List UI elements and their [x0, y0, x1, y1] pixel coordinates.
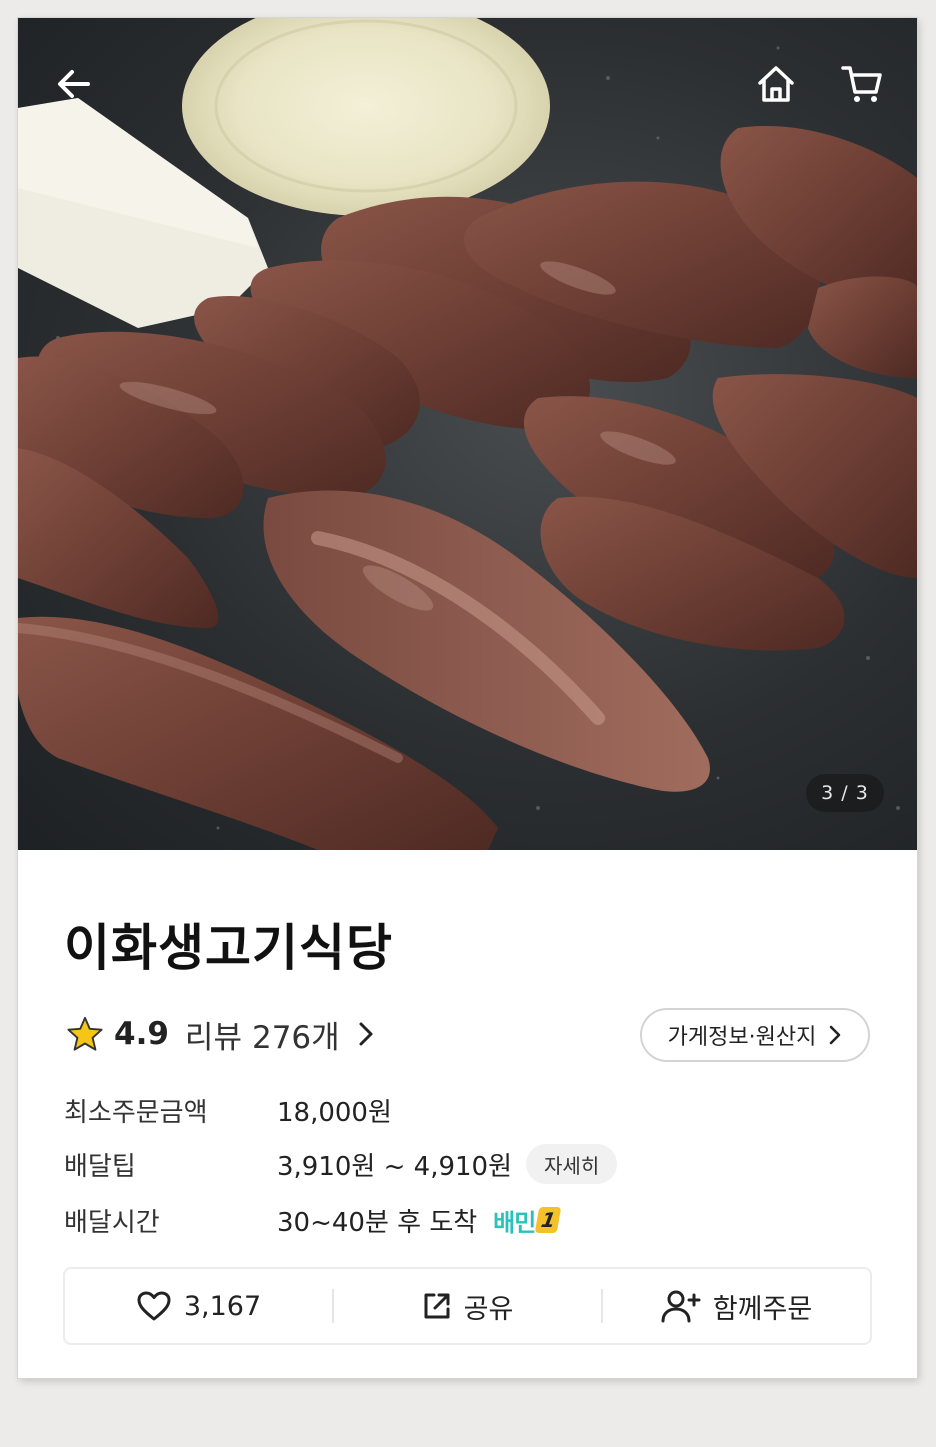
rating-row: 4.9 리뷰 276개	[66, 1012, 374, 1056]
store-info-label: 가게정보·원산지	[667, 1025, 817, 1050]
reviews-link[interactable]: 리뷰 276개	[185, 1012, 374, 1057]
like-count: 3,167	[183, 1290, 262, 1322]
star-icon	[67, 1016, 103, 1051]
delivery-tip-value: 3,910원 ~ 4,910원	[277, 1151, 513, 1182]
review-label: 리뷰	[184, 1019, 242, 1056]
home-icon	[758, 66, 794, 102]
app-frame: 3 / 3 이화생고기식당 4.9 리뷰 276개 가게정보·원산지 최소주문금…	[18, 18, 917, 1378]
heart-icon	[137, 1291, 171, 1321]
delivery-tip-row: 배달팁 3,910원 ~ 4,910원 자세히	[64, 1144, 618, 1184]
delivery-time-row: 배달시간 30~40분 후 도착 배민 1	[64, 1200, 562, 1240]
home-button[interactable]	[748, 56, 804, 112]
image-pager: 3 / 3	[806, 774, 884, 812]
group-order-button[interactable]: 함께주문	[603, 1269, 870, 1343]
back-arrow-icon	[58, 70, 90, 98]
delivery-tip-label: 배달팁	[64, 1151, 136, 1182]
store-name: 이화생고기식당	[64, 919, 393, 977]
cart-button[interactable]	[834, 56, 890, 112]
chevron-right-icon	[830, 1025, 841, 1045]
min-order-value: 18,000원	[277, 1097, 392, 1128]
group-order-label: 함께주문	[712, 1293, 813, 1325]
delivery-time-value: 30~40분 후 도착	[277, 1207, 478, 1238]
share-icon	[424, 1293, 450, 1319]
baemin-one-badge: 배민 1	[493, 1203, 562, 1238]
food-photo	[18, 18, 917, 850]
review-count: 276개	[251, 1019, 340, 1056]
action-bar: 3,167 공유 함께주문	[63, 1267, 872, 1345]
add-person-icon	[661, 1290, 701, 1323]
share-button[interactable]: 공유	[334, 1269, 601, 1343]
chevron-right-icon	[359, 1022, 373, 1046]
hero-image[interactable]: 3 / 3	[18, 18, 917, 850]
delivery-tip-detail-button[interactable]: 자세히	[526, 1144, 618, 1184]
min-order-label: 최소주문금액	[64, 1097, 208, 1128]
cart-icon	[841, 66, 882, 102]
share-label: 공유	[463, 1293, 514, 1325]
badge-number: 1	[535, 1207, 562, 1233]
back-button[interactable]	[46, 56, 102, 112]
min-order-row: 최소주문금액 18,000원	[64, 1090, 392, 1130]
rating-score: 4.9	[114, 1016, 169, 1052]
delivery-time-label: 배달시간	[64, 1207, 160, 1238]
like-button[interactable]: 3,167	[65, 1269, 332, 1343]
store-info-button[interactable]: 가게정보·원산지	[640, 1008, 870, 1062]
badge-text: 배민	[493, 1208, 536, 1237]
